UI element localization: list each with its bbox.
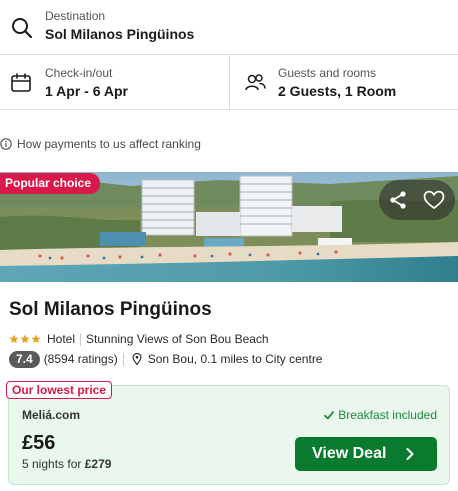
breakfast-label: Breakfast included: [338, 408, 437, 422]
nights-prefix: 5 nights for: [22, 457, 82, 471]
guests-icon: [245, 74, 266, 91]
nightly-price: £56: [22, 432, 56, 454]
checkin-checkout-field[interactable]: Check-in/out 1 Apr - 6 Apr: [0, 55, 230, 111]
star-rating: [9, 334, 42, 344]
search-panel: Destination Sol Milanos Pingüinos Check-…: [0, 0, 458, 111]
share-icon[interactable]: [388, 190, 408, 210]
rating-location-row: 7.4 (8594 ratings) Son Bou, 0.1 miles to…: [9, 350, 322, 368]
checkin-value: 1 Apr - 6 Apr: [45, 83, 128, 99]
photo-actions: [379, 180, 455, 220]
ratings-count[interactable]: (8594 ratings): [44, 352, 118, 366]
lowest-price-tag: Our lowest price: [6, 381, 113, 399]
calendar-icon: [11, 73, 31, 92]
guests-value: 2 Guests, 1 Room: [278, 83, 397, 99]
star-icon: [20, 334, 30, 344]
divider: [80, 332, 82, 346]
review-score-badge[interactable]: 7.4: [9, 350, 40, 368]
info-icon: [0, 138, 12, 150]
destination-label: Destination: [45, 9, 106, 23]
destination-field[interactable]: Destination Sol Milanos Pingüinos: [0, 0, 458, 55]
checkin-label: Check-in/out: [45, 66, 113, 80]
hotel-location[interactable]: Son Bou, 0.1 miles to City centre: [148, 352, 323, 366]
dates-guests-row: Check-in/out 1 Apr - 6 Apr Guests and ro…: [0, 55, 458, 111]
popular-choice-badge: Popular choice: [0, 173, 101, 194]
location-pin-icon: [132, 353, 142, 365]
ranking-disclosure-link[interactable]: How payments to us affect ranking: [0, 136, 201, 152]
guests-label: Guests and rooms: [278, 66, 377, 80]
total-price: £279: [84, 457, 112, 471]
heart-icon[interactable]: [423, 190, 445, 210]
hotel-name[interactable]: Sol Milanos Pingüinos: [9, 299, 212, 321]
ranking-note: How payments to us affect ranking: [17, 137, 201, 151]
destination-value: Sol Milanos Pingüinos: [45, 26, 195, 42]
divider: [122, 352, 124, 366]
check-icon: [324, 410, 335, 419]
chevron-right-icon: [406, 448, 414, 460]
breakfast-included: Breakfast included: [324, 408, 437, 422]
hotel-type: Hotel: [47, 332, 76, 346]
view-deal-button[interactable]: View Deal: [295, 437, 437, 471]
total-price-line: 5 nights for £279: [22, 457, 111, 471]
view-deal-label: View Deal: [312, 445, 387, 462]
hotel-meta: Hotel Stunning Views of Son Bou Beach: [9, 331, 269, 347]
star-icon: [31, 334, 41, 344]
guests-rooms-field[interactable]: Guests and rooms 2 Guests, 1 Room: [230, 55, 458, 111]
star-icon: [9, 334, 19, 344]
search-icon: [12, 18, 33, 39]
deal-provider: Meliá.com: [22, 408, 81, 422]
hotel-feature: Stunning Views of Son Bou Beach: [86, 332, 269, 346]
